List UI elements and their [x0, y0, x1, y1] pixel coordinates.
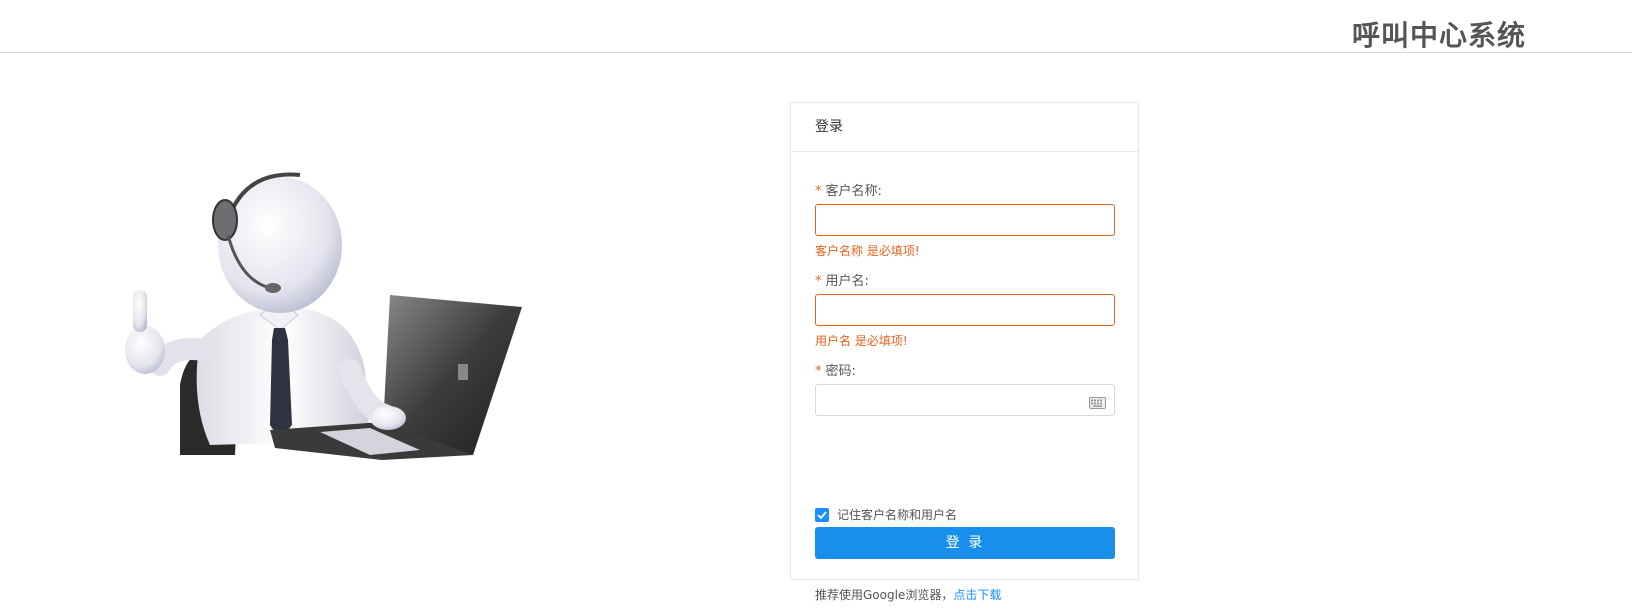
login-panel-title: 登录	[791, 103, 1138, 152]
required-mark: *	[815, 364, 822, 379]
checkmark-icon	[817, 510, 827, 519]
username-label: * 用户名:	[815, 274, 869, 289]
required-mark: *	[815, 184, 822, 199]
login-button[interactable]: 登 录	[815, 527, 1115, 559]
download-link[interactable]: 点击下载	[953, 588, 1001, 602]
password-label: * 密码:	[815, 364, 856, 379]
password-input[interactable]	[815, 384, 1115, 416]
customer-name-input[interactable]	[815, 204, 1115, 236]
remember-checkbox[interactable]	[815, 507, 829, 522]
remember-label: 记住客户名称和用户名	[837, 508, 958, 522]
username-error: 用户名 是必填项!	[815, 334, 908, 348]
keyboard-icon[interactable]	[1089, 394, 1106, 409]
login-panel: 登录 * 客户名称: 客户名称 是必填项! * 用户名: 用户名 是必填项! * 密码…	[790, 102, 1139, 602]
system-title: 呼叫中心系统	[1351, 19, 1526, 52]
customer-name-error: 客户名称 是必填项!	[815, 244, 920, 258]
browser-recommendation: 推荐使用Google浏览器，点击下载	[815, 588, 1002, 602]
customer-name-label: * 客户名称:	[815, 184, 882, 199]
top-header: 呼叫中心系统	[0, 0, 1632, 53]
remember-checkbox-row[interactable]: 记住客户名称和用户名	[815, 506, 957, 523]
username-input[interactable]	[815, 294, 1115, 326]
support-agent-illustration	[120, 170, 550, 480]
required-mark: *	[815, 274, 822, 289]
